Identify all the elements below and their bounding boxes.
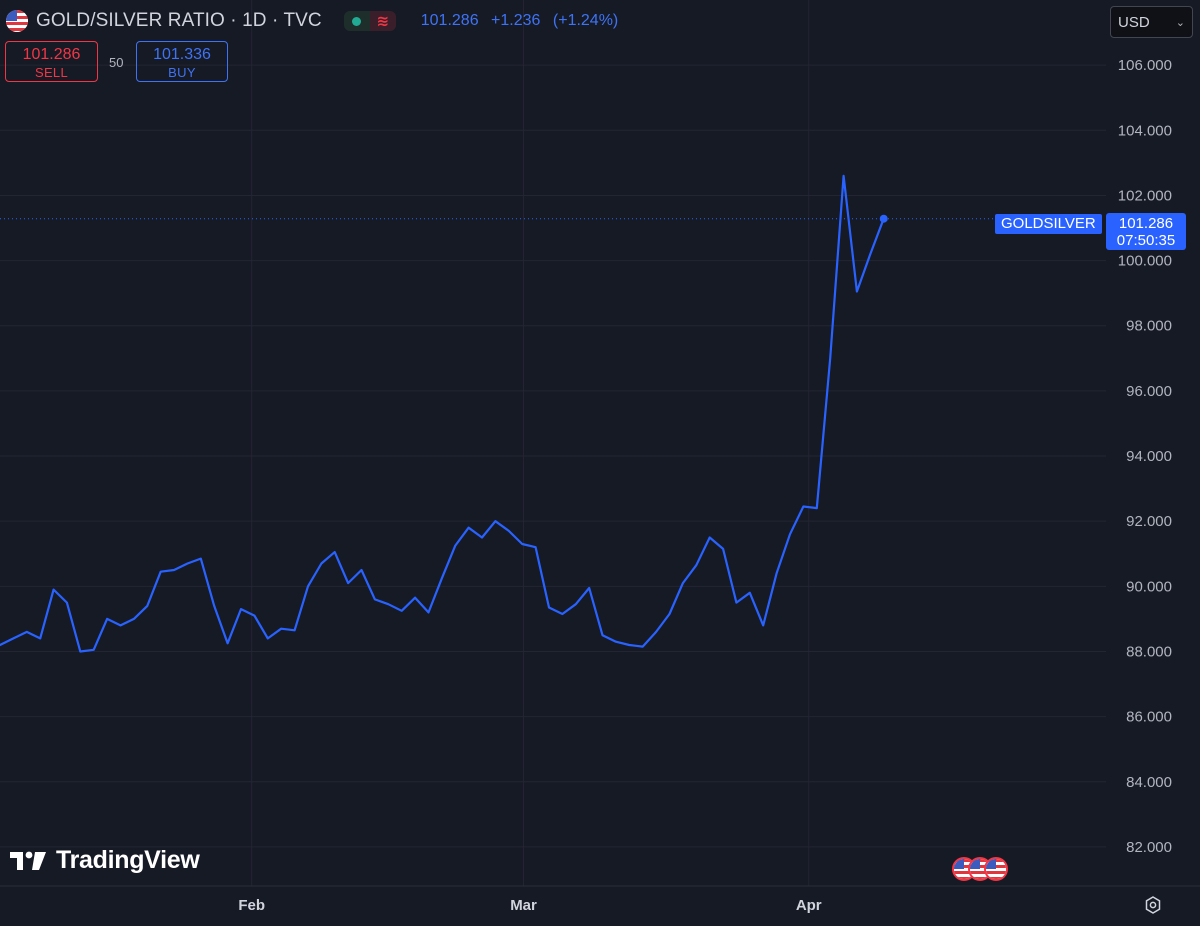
price-change-percent: (+1.24%) <box>552 12 619 29</box>
y-tick-label: 90.000 <box>1126 578 1172 595</box>
last-price-dot <box>879 214 888 223</box>
chart-settings-icon[interactable] <box>1143 895 1163 915</box>
symbol-title[interactable]: GOLD/SILVER RATIO · 1D · TVC <box>36 10 322 32</box>
chevron-down-icon: ⌄ <box>1175 16 1185 29</box>
spread-value: 50 <box>109 55 124 70</box>
bar-countdown: 07:50:35 <box>1116 232 1176 249</box>
y-tick-label: 102.000 <box>1118 187 1172 204</box>
delayed-data-icon: ≋ <box>369 11 396 31</box>
symbol-header: GOLD/SILVER RATIO · 1D · TVC ≋ 101.286 +… <box>6 8 626 34</box>
y-tick-label: 84.000 <box>1126 774 1172 791</box>
symbol-price-tag: GOLDSILVER <box>995 214 1102 234</box>
x-tick-label: Mar <box>510 897 537 914</box>
axis-last-price: 101.286 <box>1118 215 1174 232</box>
x-tick-label: Feb <box>238 897 265 914</box>
currency-select[interactable]: USD ⌄ <box>1110 6 1193 38</box>
x-tick-label: Apr <box>796 897 822 914</box>
y-tick-label: 100.000 <box>1118 253 1172 270</box>
y-tick-label: 94.000 <box>1126 448 1172 465</box>
market-open-dot-icon <box>343 11 370 31</box>
buy-button[interactable]: 101.336 BUY <box>136 41 228 82</box>
price-series-line <box>0 174 885 653</box>
y-tick-label: 106.000 <box>1118 57 1172 74</box>
y-tick-label: 104.000 <box>1118 122 1172 139</box>
chart-grid <box>0 0 1200 887</box>
tradingview-wordmark: TradingView <box>56 846 200 874</box>
us-flag-icon <box>6 10 28 32</box>
last-price-axis-label: 101.286 07:50:35 <box>1106 213 1186 250</box>
currency-value: USD <box>1118 13 1150 31</box>
quote-summary: 101.286 +1.236 (+1.24%) <box>421 12 627 30</box>
last-price: 101.286 <box>420 12 479 29</box>
buy-label: BUY <box>168 65 196 80</box>
us-flag-event-icon[interactable] <box>984 857 1008 881</box>
sell-price: 101.286 <box>22 46 81 63</box>
y-tick-label: 86.000 <box>1126 709 1172 726</box>
tradingview-logo[interactable]: TradingView <box>8 846 200 875</box>
y-tick-label: 88.000 <box>1126 643 1172 660</box>
price-chart[interactable]: 106.000 104.000 102.000 100.000 98.000 96.000… <box>0 0 1200 926</box>
y-tick-label: 92.000 <box>1126 513 1172 530</box>
y-tick-label: 96.000 <box>1126 383 1172 400</box>
y-tick-label: 82.000 <box>1126 839 1172 856</box>
price-change: +1.236 <box>491 12 541 29</box>
y-tick-label: 98.000 <box>1126 318 1172 335</box>
tradingview-logo-icon <box>10 851 46 870</box>
buy-price: 101.336 <box>153 46 211 63</box>
sell-label: SELL <box>34 65 68 80</box>
economic-events-icon[interactable] <box>952 857 1014 883</box>
sell-button[interactable]: 101.286 SELL <box>5 41 98 82</box>
market-status[interactable]: ≋ <box>343 11 396 31</box>
